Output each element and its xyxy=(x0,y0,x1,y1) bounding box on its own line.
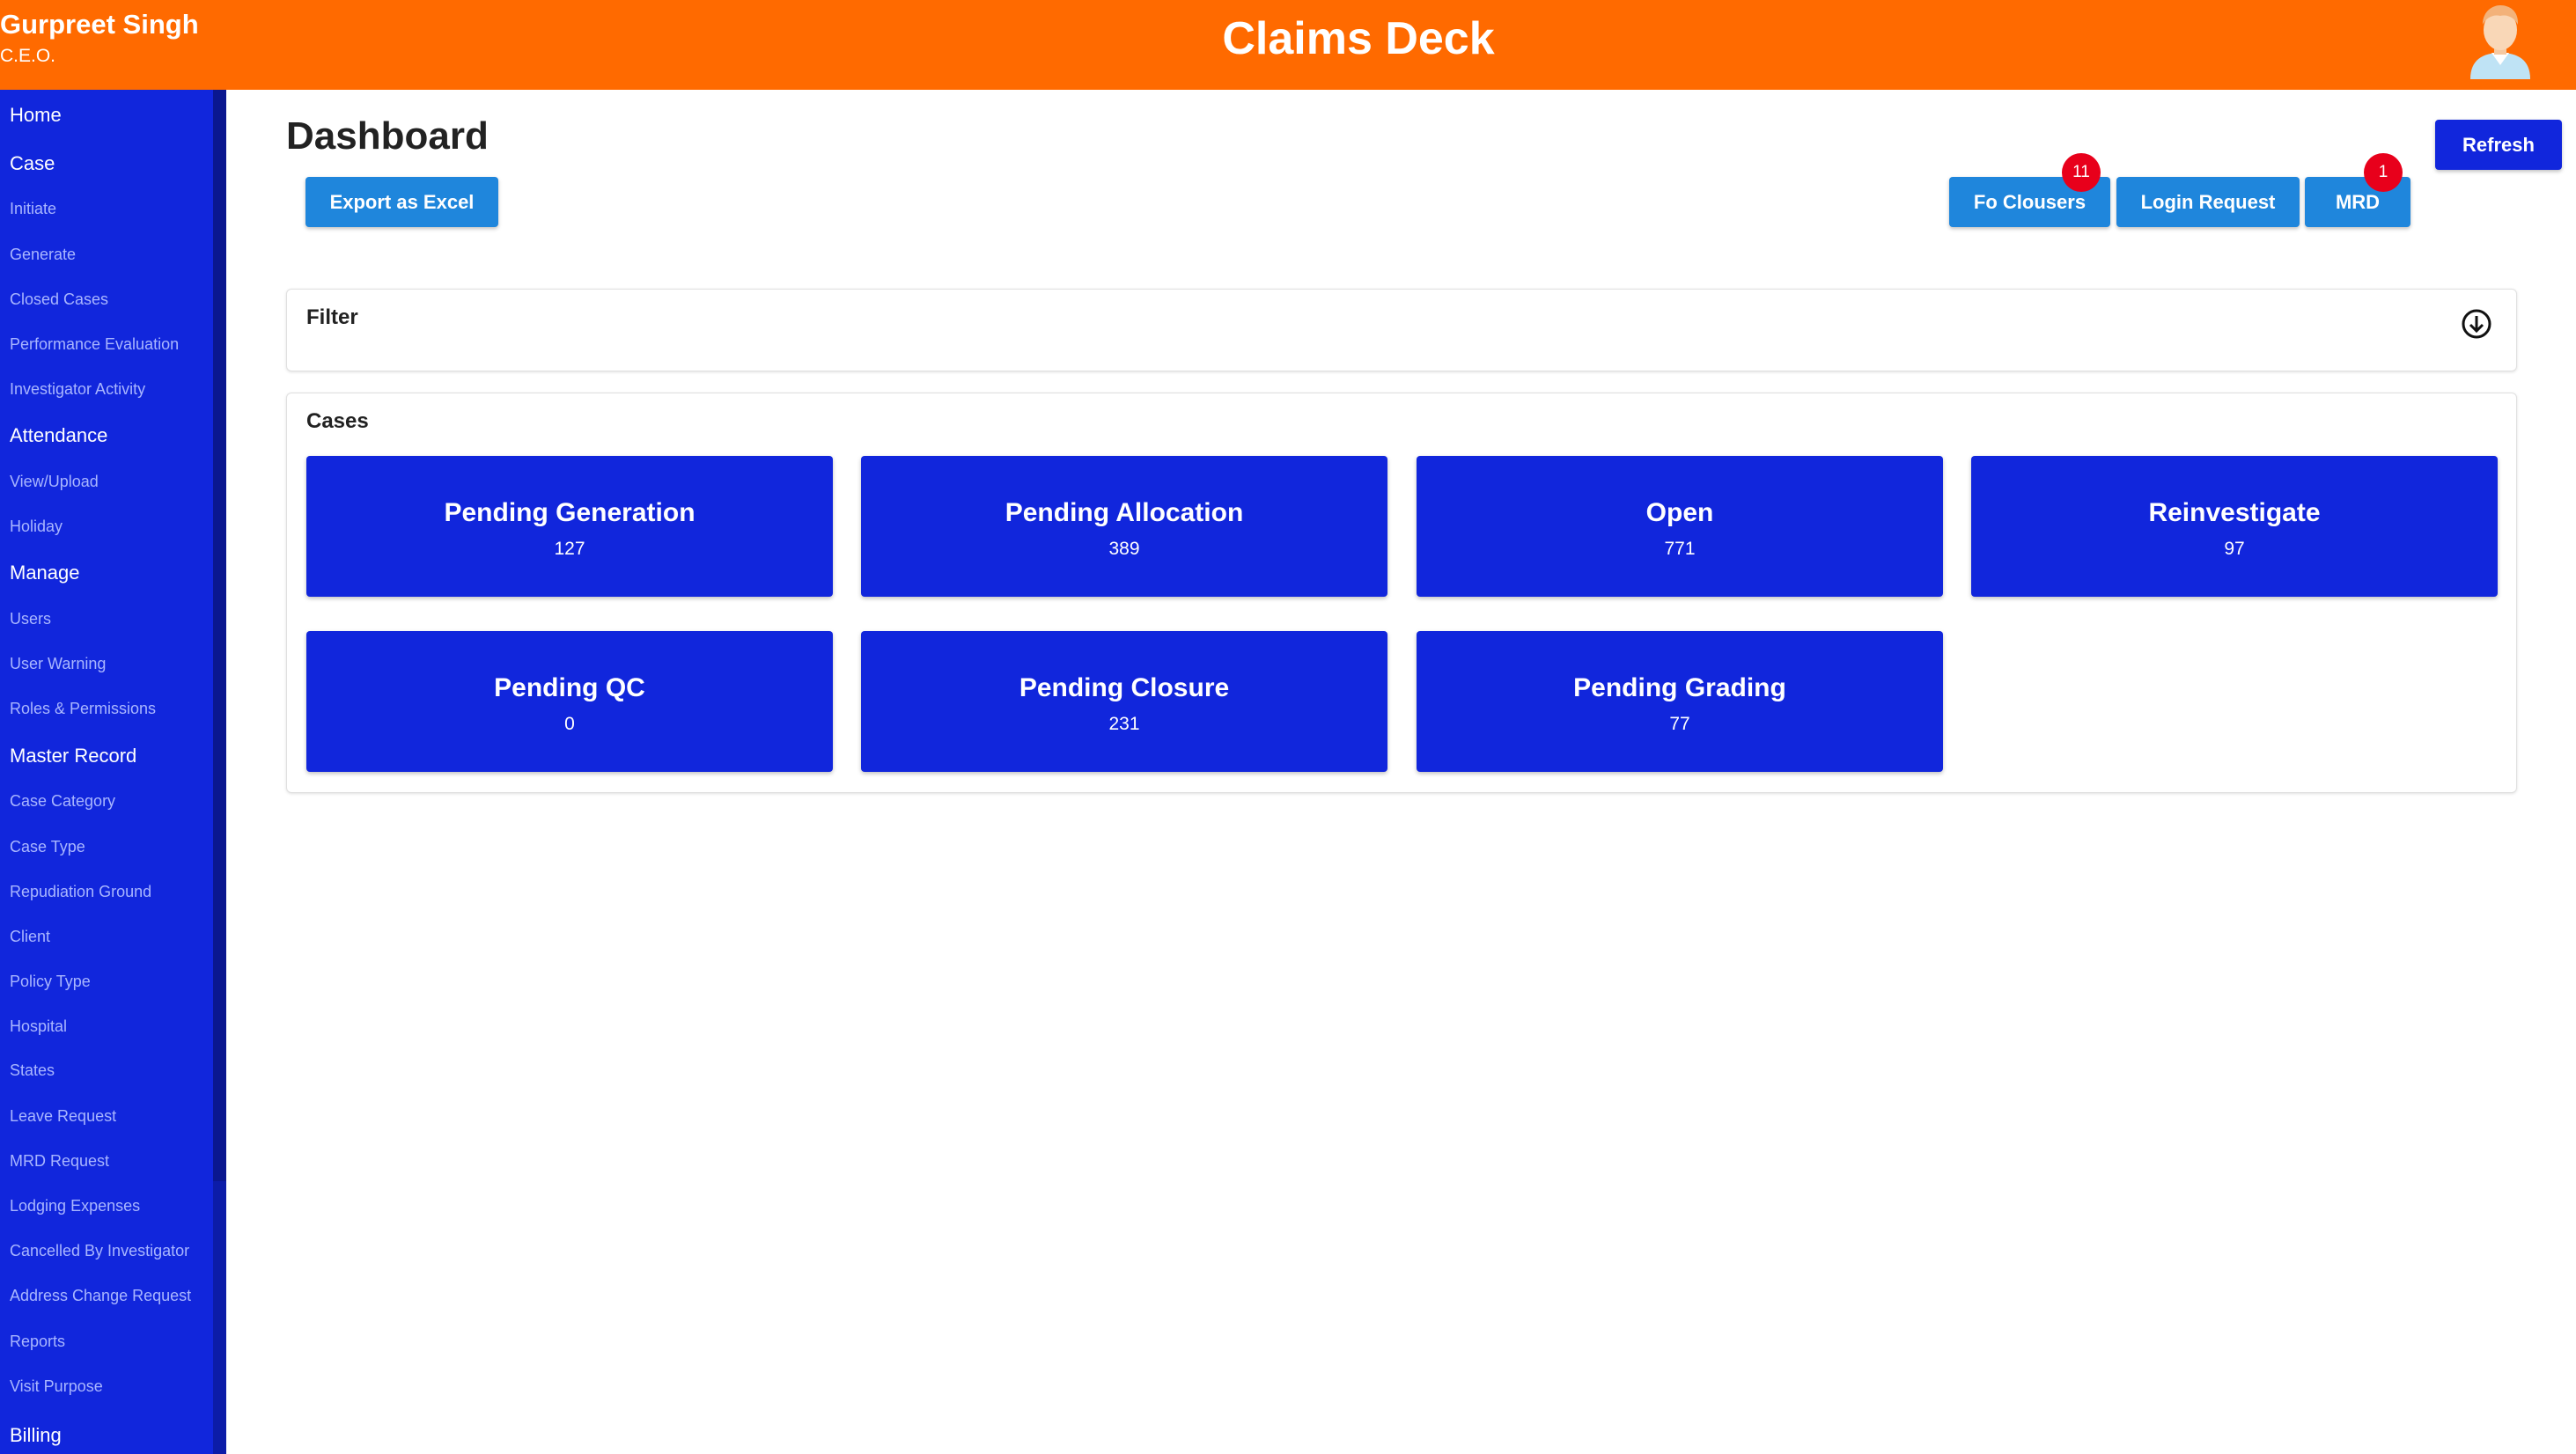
sidebar-item-attendance[interactable]: Attendance xyxy=(10,424,107,447)
sidebar-item-initiate[interactable]: Initiate xyxy=(10,200,56,218)
refresh-button[interactable]: Refresh xyxy=(2435,120,2562,170)
case-card-pending-closure[interactable]: Pending Closure 231 xyxy=(861,631,1387,772)
sidebar-item-hospital[interactable]: Hospital xyxy=(10,1017,67,1036)
sidebar-item-lodging-expenses[interactable]: Lodging Expenses xyxy=(10,1197,140,1215)
sidebar-item-investigator-activity[interactable]: Investigator Activity xyxy=(10,380,145,399)
sidebar-nav: Home Case Initiate Generate Closed Cases… xyxy=(0,90,226,1454)
sidebar-item-holiday[interactable]: Holiday xyxy=(10,518,63,536)
filter-panel: Filter xyxy=(286,289,2517,371)
sidebar-item-repudiation-ground[interactable]: Repudiation Ground xyxy=(10,883,151,901)
sidebar-item-states[interactable]: States xyxy=(10,1061,55,1080)
export-excel-button[interactable]: Export as Excel xyxy=(305,177,498,227)
sidebar-item-case-type[interactable]: Case Type xyxy=(10,838,85,856)
app-title: Claims Deck xyxy=(1222,13,1495,64)
card-label: Pending Closure xyxy=(1019,673,1230,702)
case-card-open[interactable]: Open 771 xyxy=(1417,456,1943,597)
sidebar-item-case-category[interactable]: Case Category xyxy=(10,792,115,811)
card-label: Pending QC xyxy=(494,673,645,702)
sidebar-item-client[interactable]: Client xyxy=(10,928,50,946)
sidebar-item-manage[interactable]: Manage xyxy=(10,562,80,584)
card-count: 231 xyxy=(1108,714,1140,734)
card-label: Pending Generation xyxy=(444,498,696,527)
page-title: Dashboard xyxy=(286,114,489,158)
fo-clousers-badge: 11 xyxy=(2062,153,2101,192)
sidebar-item-master-record[interactable]: Master Record xyxy=(10,745,136,767)
card-label: Reinvestigate xyxy=(2148,498,2321,527)
filter-title: Filter xyxy=(306,305,358,329)
sidebar-item-performance-evaluation[interactable]: Performance Evaluation xyxy=(10,335,179,354)
cases-title: Cases xyxy=(306,409,369,433)
card-count: 771 xyxy=(1664,539,1696,559)
case-card-pending-generation[interactable]: Pending Generation 127 xyxy=(306,456,833,597)
card-count: 0 xyxy=(564,714,575,734)
sidebar-item-closed-cases[interactable]: Closed Cases xyxy=(10,290,108,309)
user-avatar-icon[interactable] xyxy=(2465,4,2536,79)
card-label: Pending Grading xyxy=(1573,673,1786,702)
sidebar-item-case[interactable]: Case xyxy=(10,152,55,175)
login-request-button[interactable]: Login Request xyxy=(2116,177,2300,227)
mrd-badge: 1 xyxy=(2364,153,2403,192)
user-role: C.E.O. xyxy=(0,46,56,66)
top-header: Gurpreet Singh C.E.O. Claims Deck xyxy=(0,0,2576,90)
sidebar-item-roles-permissions[interactable]: Roles & Permissions xyxy=(10,700,156,718)
sidebar-item-users[interactable]: Users xyxy=(10,610,51,628)
card-label: Pending Allocation xyxy=(1005,498,1244,527)
case-card-pending-allocation[interactable]: Pending Allocation 389 xyxy=(861,456,1387,597)
user-name: Gurpreet Singh xyxy=(0,9,199,40)
avatar-graphic xyxy=(2470,5,2530,79)
sidebar-scrollbar-thumb[interactable] xyxy=(213,90,226,1181)
sidebar-item-home[interactable]: Home xyxy=(10,104,62,127)
sidebar-item-billing[interactable]: Billing xyxy=(10,1424,62,1447)
sidebar-item-visit-purpose[interactable]: Visit Purpose xyxy=(10,1377,103,1396)
sidebar-item-view-upload[interactable]: View/Upload xyxy=(10,473,99,491)
card-count: 77 xyxy=(1669,714,1690,734)
case-card-pending-grading[interactable]: Pending Grading 77 xyxy=(1417,631,1943,772)
app-title-wrap: Claims Deck xyxy=(0,12,2576,65)
sidebar-item-policy-type[interactable]: Policy Type xyxy=(10,973,91,991)
sidebar-item-mrd-request[interactable]: MRD Request xyxy=(10,1152,109,1171)
arrow-down-circle-icon[interactable] xyxy=(2460,307,2493,341)
sidebar-item-address-change-request[interactable]: Address Change Request xyxy=(10,1287,191,1305)
case-card-pending-qc[interactable]: Pending QC 0 xyxy=(306,631,833,772)
card-label: Open xyxy=(1645,498,1714,527)
card-count: 127 xyxy=(554,539,585,559)
sidebar-item-leave-request[interactable]: Leave Request xyxy=(10,1107,116,1126)
card-count: 389 xyxy=(1108,539,1140,559)
sidebar-item-generate[interactable]: Generate xyxy=(10,246,76,264)
arrow-down-circle-graphic xyxy=(2462,309,2491,339)
cases-panel: Cases Pending Generation 127 Pending All… xyxy=(286,393,2517,793)
case-card-reinvestigate[interactable]: Reinvestigate 97 xyxy=(1971,456,2498,597)
sidebar-item-cancelled-by-investigator[interactable]: Cancelled By Investigator xyxy=(10,1242,189,1260)
sidebar-item-user-warning[interactable]: User Warning xyxy=(10,655,106,673)
sidebar-item-reports[interactable]: Reports xyxy=(10,1333,65,1351)
card-count: 97 xyxy=(2224,539,2245,559)
